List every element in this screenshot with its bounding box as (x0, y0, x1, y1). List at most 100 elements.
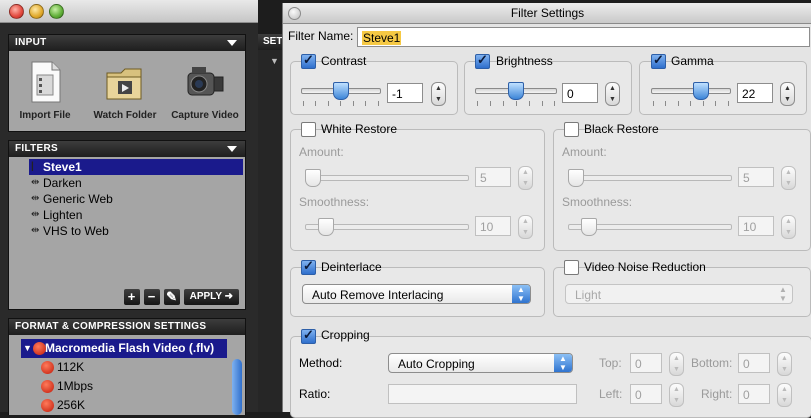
preset-item[interactable]: 112K (21, 358, 227, 377)
preset-label: 112K (57, 360, 85, 374)
format-list: ▼ Macromedia Flash Video (.flv) 112K 1Mb… (21, 339, 227, 415)
ratio-input[interactable] (388, 384, 577, 404)
filter-marker-icon: ⇹ (31, 209, 40, 220)
contrast-stepper[interactable]: ▲ ▼ (431, 82, 446, 106)
white-smoothness-slider-thumb[interactable] (318, 218, 334, 236)
filter-item-label: Darken (43, 176, 82, 190)
black-restore-checkbox[interactable] (564, 122, 579, 137)
input-panel: INPUT Import File Watch Folder Capture V… (8, 34, 246, 132)
gamma-checkbox[interactable] (651, 52, 666, 69)
panel-menu-triangle-icon[interactable] (227, 40, 237, 46)
brightness-label: Brightness (496, 54, 553, 68)
flash-video-icon (33, 342, 46, 355)
cropping-checkbox[interactable] (301, 327, 316, 344)
left-input[interactable]: 0 (630, 384, 662, 404)
filter-name-input[interactable]: Steve1 (357, 27, 810, 47)
gamma-value-input[interactable]: 22 (737, 83, 773, 103)
contrast-checkbox[interactable] (301, 52, 316, 69)
import-file-button[interactable]: Import File (9, 59, 81, 121)
black-smoothness-label: Smoothness: (562, 195, 633, 209)
bottom-input[interactable]: 0 (738, 353, 770, 373)
brightness-checkbox[interactable] (475, 52, 490, 69)
white-restore-checkbox[interactable] (301, 122, 316, 137)
cropping-label: Cropping (321, 328, 370, 342)
brightness-slider-ticks (477, 101, 555, 106)
watch-folder-button[interactable]: Watch Folder (89, 59, 161, 121)
contrast-label: Contrast (321, 54, 367, 68)
remove-filter-button[interactable]: − (143, 289, 160, 305)
bottom-label: Bottom: (691, 356, 733, 370)
main-window: INPUT Import File Watch Folder Capture V… (0, 0, 258, 415)
filter-item[interactable]: ⇹ Lighten (29, 207, 243, 223)
black-smoothness-slider-thumb[interactable] (581, 218, 597, 236)
white-amount-label: Amount: (299, 145, 344, 159)
white-amount-slider-track[interactable] (305, 175, 469, 181)
contrast-slider-thumb[interactable] (333, 82, 349, 100)
cropping-method-value: Auto Cropping (398, 357, 475, 371)
disclosure-triangle-icon[interactable]: ▼ (23, 339, 32, 358)
brightness-value-input[interactable]: 0 (562, 83, 598, 103)
edit-filter-button[interactable]: ✎ (163, 289, 180, 305)
filter-marker-icon: ⇹ (31, 193, 40, 204)
close-window-button[interactable] (9, 4, 24, 19)
black-amount-slider-thumb[interactable] (568, 169, 584, 187)
bottom-stepper[interactable]: ▲ ▼ (777, 352, 792, 376)
left-stepper[interactable]: ▲ ▼ (669, 383, 684, 407)
document-film-icon (31, 61, 61, 103)
filter-item[interactable]: ⇹ Generic Web (29, 191, 243, 207)
format-name: Macromedia Flash Video (.flv) (45, 341, 215, 355)
gamma-label: Gamma (671, 54, 714, 68)
right-input[interactable]: 0 (738, 384, 770, 404)
top-stepper[interactable]: ▲ ▼ (669, 352, 684, 376)
contrast-value-input[interactable]: -1 (387, 83, 423, 103)
gamma-stepper[interactable]: ▲ ▼ (780, 82, 795, 106)
zoom-window-button[interactable] (49, 4, 64, 19)
filter-item[interactable]: ⇹ VHS to Web (29, 223, 243, 239)
brightness-slider-thumb[interactable] (508, 82, 524, 100)
contrast-slider-ticks (303, 101, 379, 106)
minimize-window-button[interactable] (29, 4, 44, 19)
noise-reduction-label: Video Noise Reduction (584, 260, 706, 274)
white-amount-slider-thumb[interactable] (305, 169, 321, 187)
deinterlace-checkbox[interactable] (301, 258, 316, 275)
preset-item[interactable]: 1Mbps (21, 377, 227, 396)
filters-panel-header: FILTERS (9, 141, 245, 157)
white-smoothness-input[interactable]: 10 (475, 216, 511, 236)
noise-reduction-popup[interactable]: Light ▲ ▼ (565, 284, 793, 304)
preset-label: 1Mbps (57, 379, 94, 393)
apply-button[interactable]: APPLY ➜ (183, 289, 239, 305)
filter-item[interactable]: | Steve1 (29, 159, 243, 175)
preset-icon (41, 399, 54, 412)
top-input[interactable]: 0 (630, 353, 662, 373)
gamma-slider-thumb[interactable] (693, 82, 709, 100)
black-amount-stepper[interactable]: ▲ ▼ (781, 166, 796, 190)
noise-reduction-checkbox[interactable] (564, 260, 579, 275)
filters-panel-title: FILTERS (15, 143, 59, 154)
deinterlace-popup[interactable]: Auto Remove Interlacing ▲ ▼ (302, 284, 531, 304)
panel-menu-triangle-icon[interactable] (227, 146, 237, 152)
filter-name-label: Filter Name: (288, 29, 354, 43)
gamma-slider-track[interactable] (651, 88, 731, 94)
left-label: Left: (599, 387, 623, 401)
format-item-selected[interactable]: ▼ Macromedia Flash Video (.flv) (21, 339, 227, 358)
add-filter-button[interactable]: + (123, 289, 140, 305)
white-smoothness-stepper[interactable]: ▲ ▼ (518, 215, 533, 239)
black-amount-input[interactable]: 5 (738, 167, 774, 187)
filters-panel: FILTERS | Steve1 ⇹ Darken ⇹ Generic Web … (8, 140, 246, 310)
black-amount-slider-track[interactable] (568, 175, 732, 181)
close-dialog-button[interactable] (288, 7, 301, 20)
black-smoothness-input[interactable]: 10 (738, 216, 774, 236)
preset-item[interactable]: 256K (21, 396, 227, 415)
capture-video-button[interactable]: Capture Video (169, 59, 241, 121)
cropping-method-popup[interactable]: Auto Cropping ▲ ▼ (388, 353, 573, 373)
filter-item[interactable]: ⇹ Darken (29, 175, 243, 191)
right-stepper[interactable]: ▲ ▼ (777, 383, 792, 407)
brightness-stepper[interactable]: ▲ ▼ (605, 82, 620, 106)
capture-video-label: Capture Video (171, 110, 239, 121)
filters-button-bar: + − ✎ APPLY ➜ (120, 289, 239, 305)
white-amount-input[interactable]: 5 (475, 167, 511, 187)
white-amount-stepper[interactable]: ▲ ▼ (518, 166, 533, 190)
settings-panel-title: SET (258, 34, 282, 50)
format-list-scrollbar[interactable] (232, 359, 242, 415)
black-smoothness-stepper[interactable]: ▲ ▼ (781, 215, 796, 239)
